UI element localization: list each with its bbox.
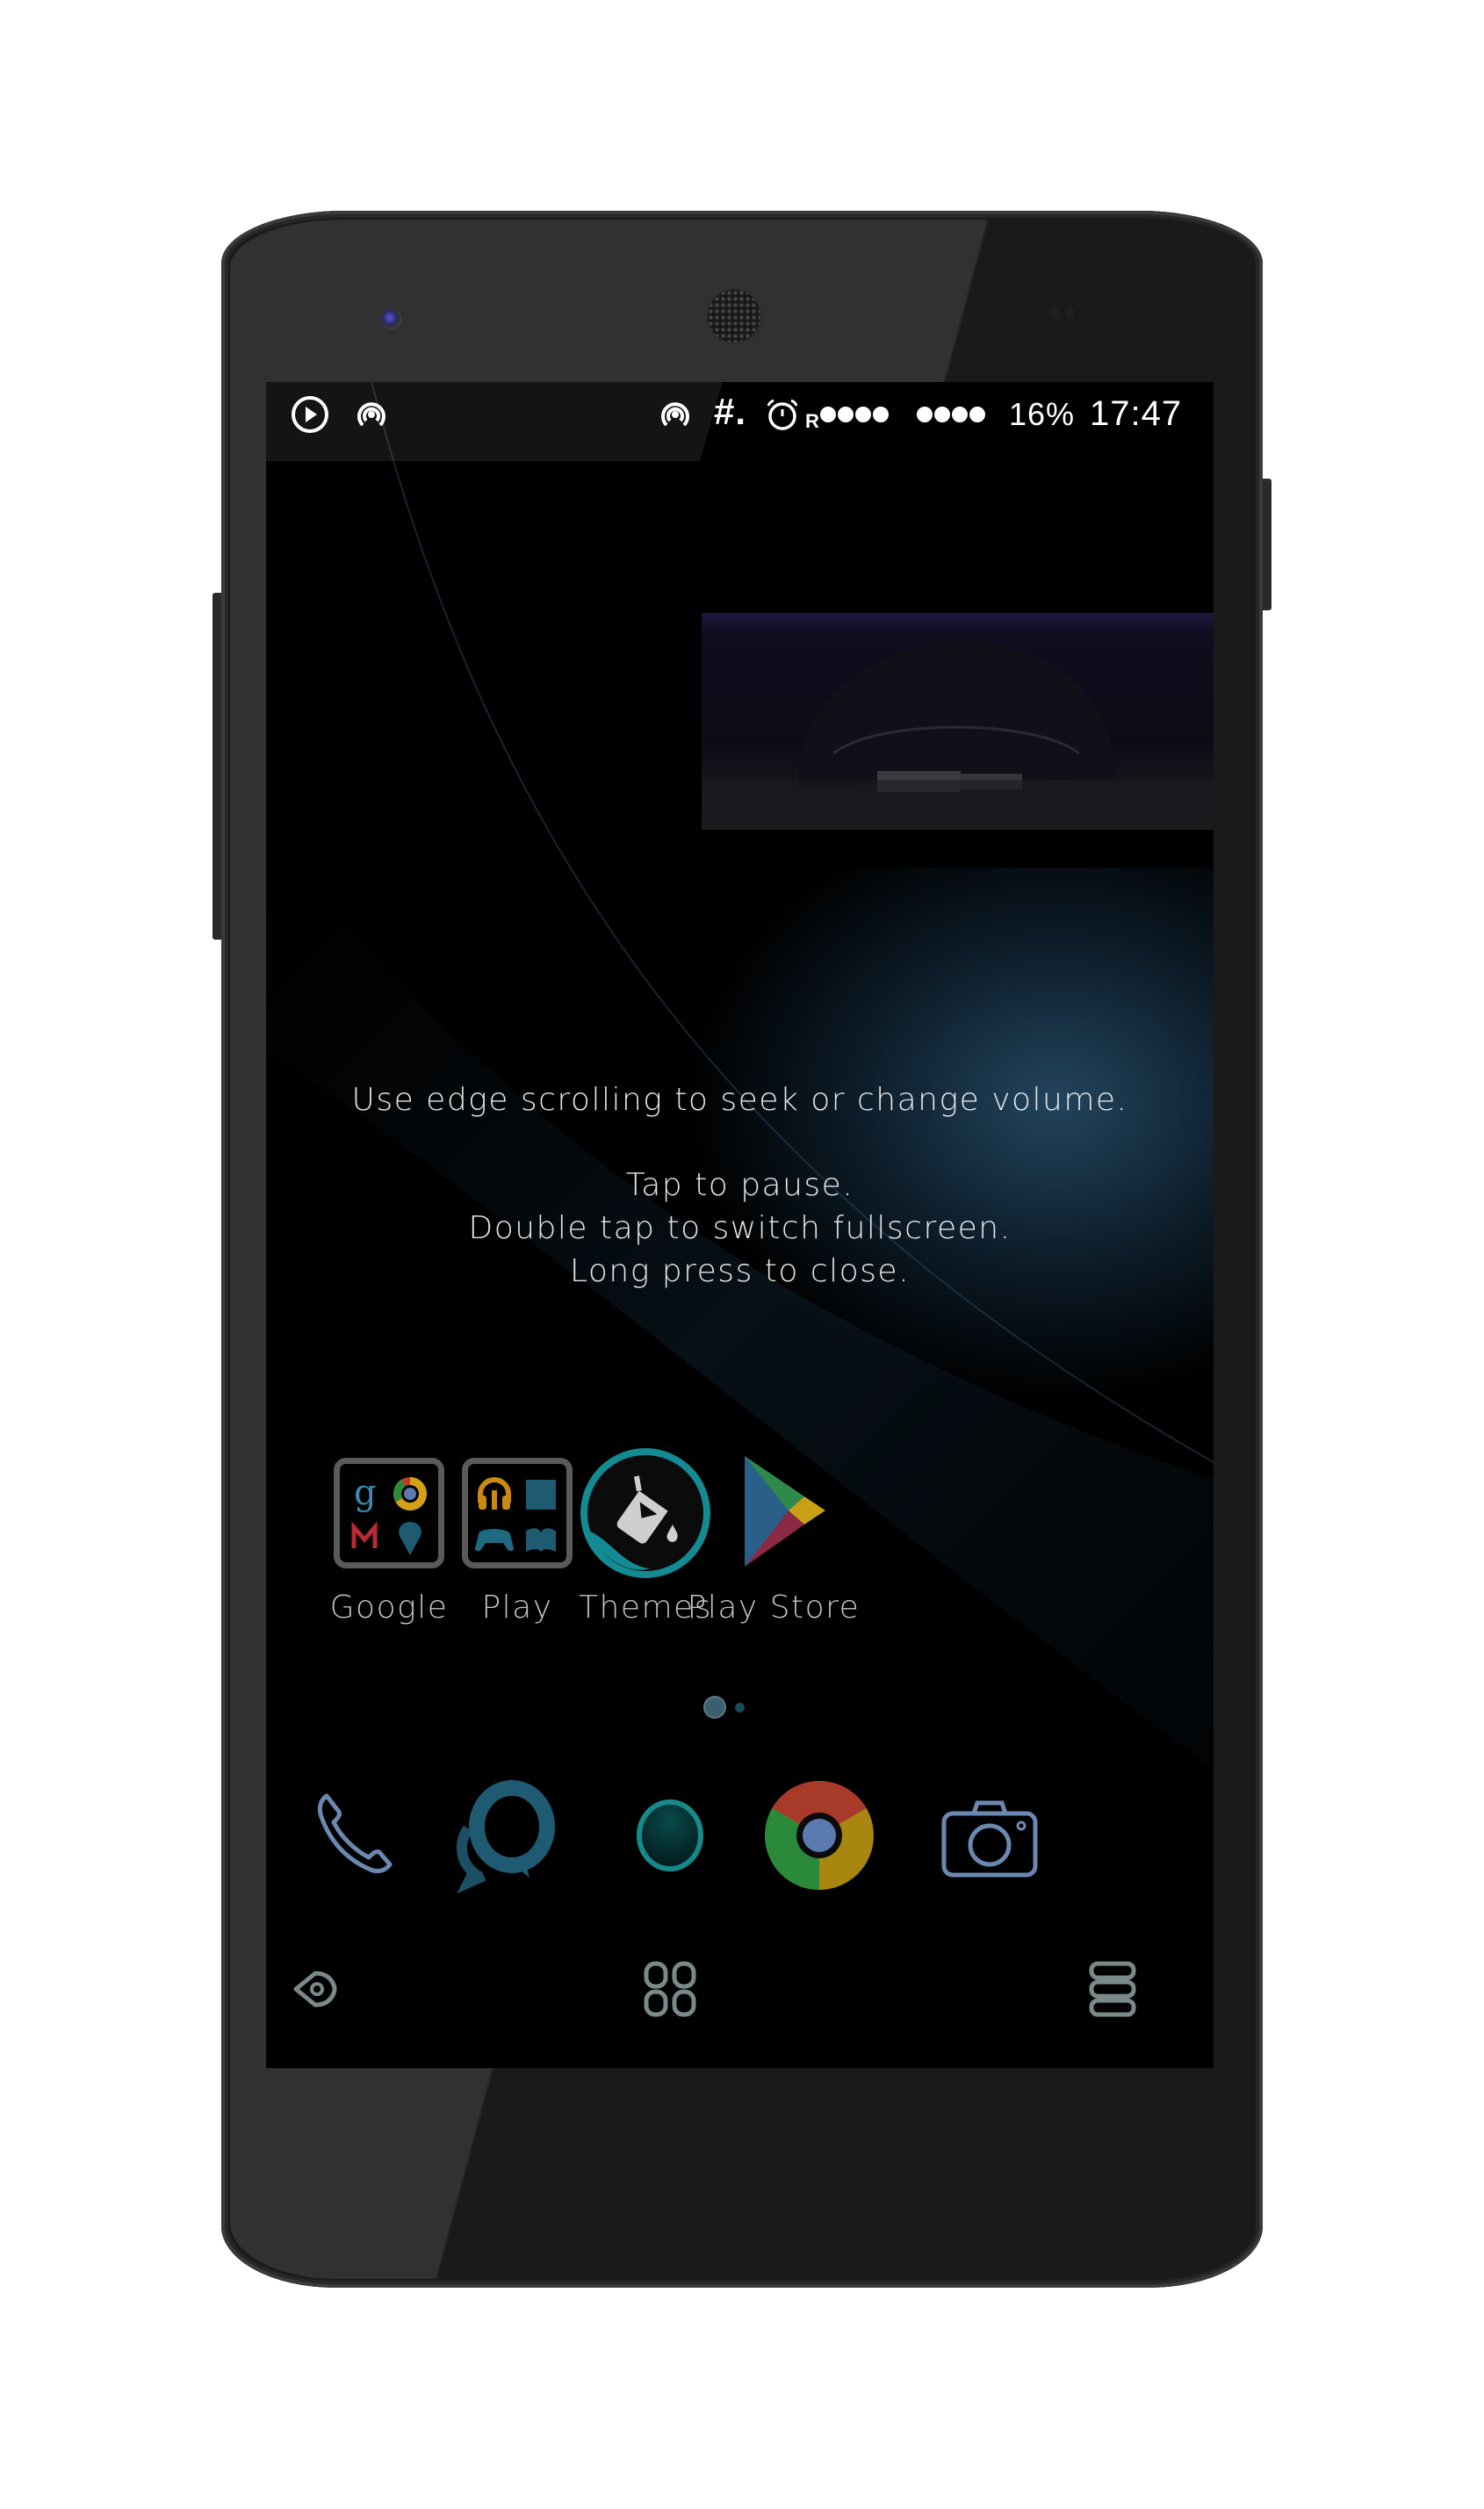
nav-back-button[interactable] bbox=[266, 1936, 368, 2042]
proximity-sensors bbox=[1050, 306, 1103, 323]
earpiece-speaker bbox=[708, 290, 760, 342]
front-camera bbox=[380, 308, 401, 329]
home-grid-icon bbox=[644, 1961, 696, 2017]
recents-icon bbox=[1089, 1961, 1136, 2017]
phone-screen: #. R 16% 17:47 Use edge scrolling to see… bbox=[266, 382, 1214, 2068]
back-icon bbox=[293, 1971, 337, 2008]
navigation-bar bbox=[266, 382, 1214, 2068]
nav-recents-button[interactable] bbox=[1060, 1936, 1165, 2042]
nav-home-button[interactable] bbox=[617, 1936, 723, 2042]
